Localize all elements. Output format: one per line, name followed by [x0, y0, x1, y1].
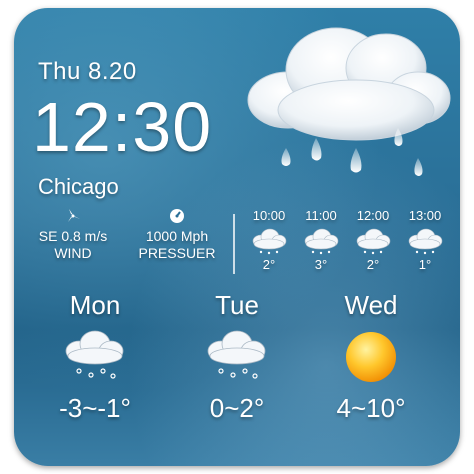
wind-value: SE 0.8 m/s	[38, 228, 108, 244]
day-temp-range: 0~2°	[209, 393, 265, 423]
sun-icon	[346, 332, 396, 382]
divider	[233, 214, 235, 274]
snow-cloud-icon	[252, 228, 287, 255]
pressure-gauge-icon	[170, 209, 184, 223]
current-time: 12:30	[32, 88, 213, 166]
pressure-stat: 1000 Mph PRESSUER	[122, 208, 232, 262]
snow-cloud-icon	[207, 330, 266, 379]
hour-time: 13:00	[408, 208, 442, 223]
hourly-item[interactable]: 13:00 1°	[400, 208, 450, 272]
hour-temp: 2°	[366, 257, 380, 272]
wind-stat: SE 0.8 m/s WIND	[18, 208, 128, 262]
weather-widget[interactable]: Thu 8.20 12:30 Chicago SE 0.8 m/s WIND 1…	[14, 8, 460, 466]
hourly-item[interactable]: 11:00 3°	[296, 208, 346, 272]
snow-cloud-icon	[356, 228, 391, 255]
pressure-label: PRESSUER	[138, 245, 216, 261]
daily-item-wed[interactable]: Wed 4~10°	[306, 290, 436, 424]
day-temp-range: -3~-1°	[59, 393, 131, 423]
daily-item-mon[interactable]: Mon -3~-1°	[30, 290, 160, 424]
rain-cloud-icon	[247, 27, 451, 176]
day-name: Wed	[344, 290, 398, 320]
hour-time: 12:00	[356, 208, 390, 223]
current-date: Thu 8.20	[38, 58, 137, 85]
hour-time: 11:00	[305, 208, 337, 223]
hourly-item[interactable]: 10:00 2°	[244, 208, 294, 272]
hourly-item[interactable]: 12:00 2°	[348, 208, 398, 272]
city-name[interactable]: Chicago	[38, 174, 119, 200]
wind-icon	[68, 209, 80, 222]
day-temp-range: 4~10°	[336, 393, 406, 423]
day-name: Tue	[215, 290, 259, 320]
hour-temp: 3°	[314, 257, 328, 272]
snow-cloud-icon	[65, 330, 124, 379]
hour-time: 10:00	[252, 208, 286, 223]
daily-item-tue[interactable]: Tue 0~2°	[172, 290, 302, 424]
hour-temp: 1°	[418, 257, 432, 272]
snow-cloud-icon	[408, 228, 443, 255]
snow-cloud-icon	[304, 228, 339, 255]
pressure-value: 1000 Mph	[145, 228, 209, 244]
day-name: Mon	[69, 290, 121, 320]
wind-label: WIND	[54, 245, 92, 261]
hour-temp: 2°	[262, 257, 276, 272]
